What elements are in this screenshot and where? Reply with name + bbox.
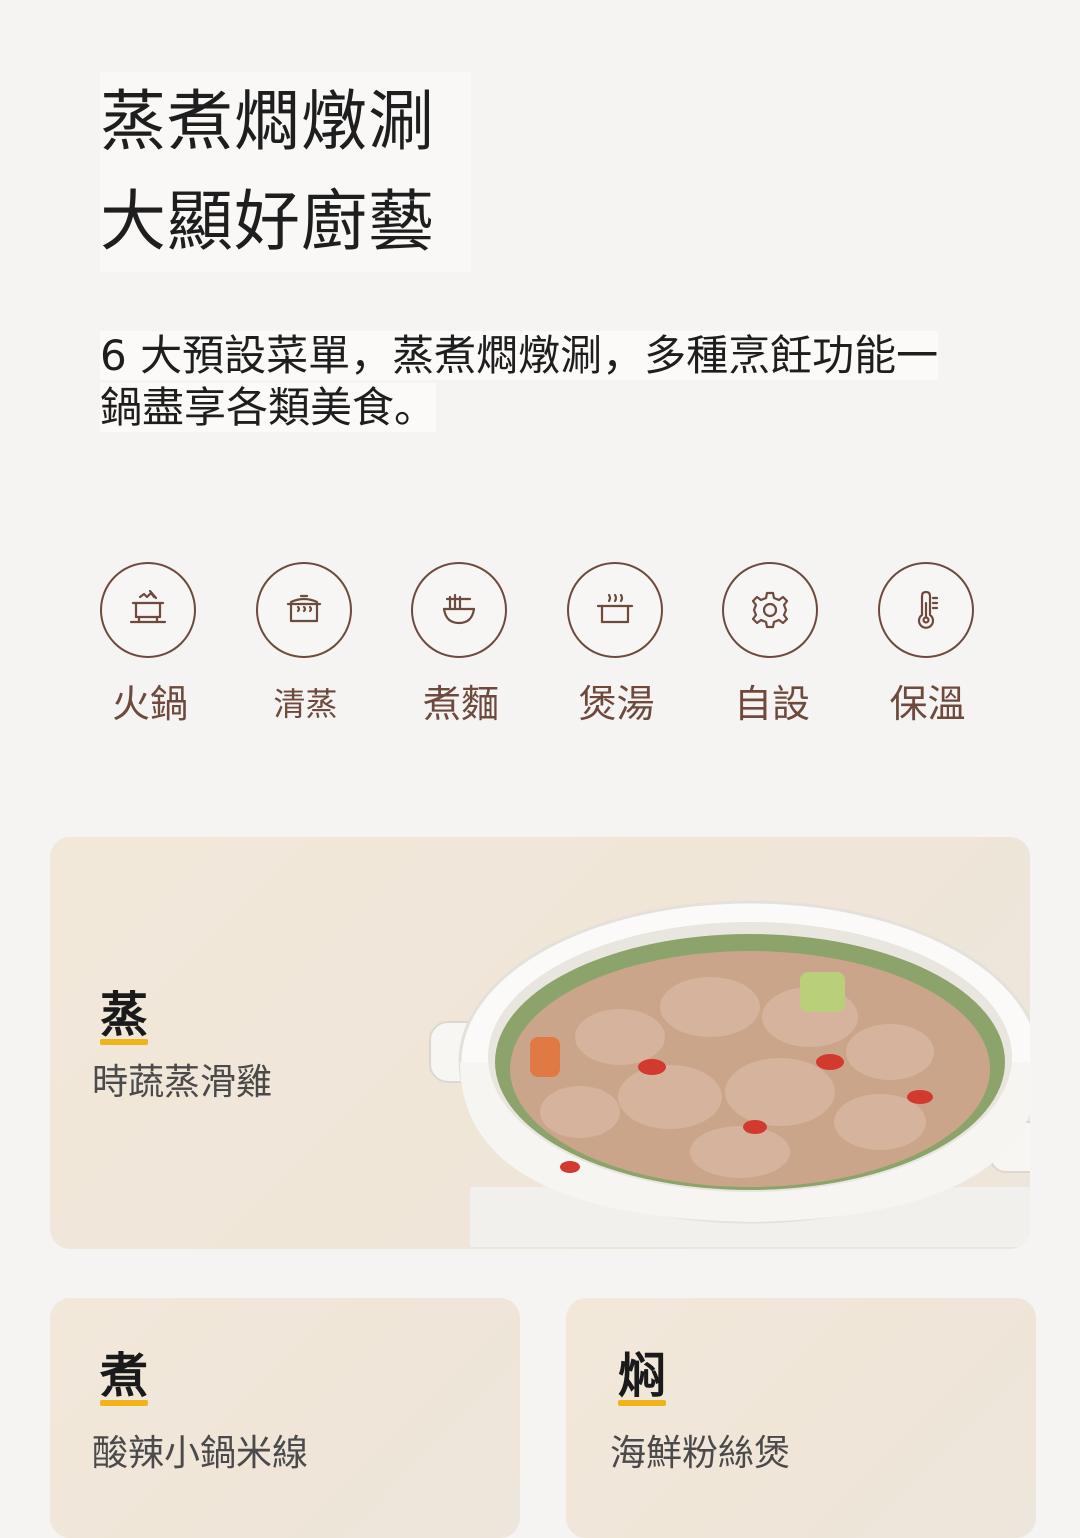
mode-label: 清蒸 xyxy=(273,685,338,723)
card-kanji: 煮 xyxy=(100,1348,149,1406)
hotpot-icon xyxy=(100,562,196,658)
description-text: 6 大預設菜單，蒸煮燜燉涮，多種烹飪功能一鍋盡享各類美食。 xyxy=(100,331,939,432)
card-kanji: 蒸 xyxy=(100,987,149,1045)
mode-label: 保溫 xyxy=(889,682,966,726)
mode-label: 煲湯 xyxy=(578,682,655,726)
card-boil[interactable]: 煮 酸辣小鍋米線 xyxy=(50,1298,520,1538)
card-dish-name: 時蔬蒸滑雞 xyxy=(92,1062,273,1103)
steam-pot-icon xyxy=(255,562,352,658)
noodle-bowl-icon xyxy=(411,562,507,658)
card-braise[interactable]: 焖 海鮮粉絲煲 xyxy=(566,1298,1036,1538)
mode-hotpot[interactable]: 火鍋 xyxy=(100,562,256,728)
headline-line-1: 蒸煮燜燉涮 xyxy=(100,72,471,172)
mode-label: 自設 xyxy=(733,682,810,726)
card-kanji: 焖 xyxy=(618,1348,667,1406)
gear-icon xyxy=(722,562,818,658)
mode-soup[interactable]: 煲湯 xyxy=(566,562,723,728)
thermometer-icon xyxy=(877,562,974,658)
soup-pot-icon xyxy=(566,562,663,658)
headline: 蒸煮燜燉涮 大顯好廚藝 xyxy=(100,72,471,272)
headline-line-2: 大顯好廚藝 xyxy=(100,172,471,272)
cooking-modes: 火鍋 清蒸 煮麵 煲湯 自設 保溫 xyxy=(100,562,1033,728)
steamed-chicken-bowl-image xyxy=(420,887,1030,1247)
mode-noodle[interactable]: 煮麵 xyxy=(411,562,567,728)
mode-keep-warm[interactable]: 保溫 xyxy=(877,562,1034,728)
mode-custom[interactable]: 自設 xyxy=(722,562,878,728)
card-dish-name: 酸辣小鍋米線 xyxy=(92,1433,309,1474)
description: 6 大預設菜單，蒸煮燜燉涮，多種烹飪功能一鍋盡享各類美食。 xyxy=(100,330,980,434)
card-steam[interactable]: 蒸 時蔬蒸滑雞 xyxy=(50,837,1030,1249)
mode-label: 煮麵 xyxy=(422,682,499,726)
mode-label: 火鍋 xyxy=(111,682,188,726)
mode-steam[interactable]: 清蒸 xyxy=(255,562,412,728)
card-dish-name: 海鮮粉絲煲 xyxy=(610,1433,791,1474)
